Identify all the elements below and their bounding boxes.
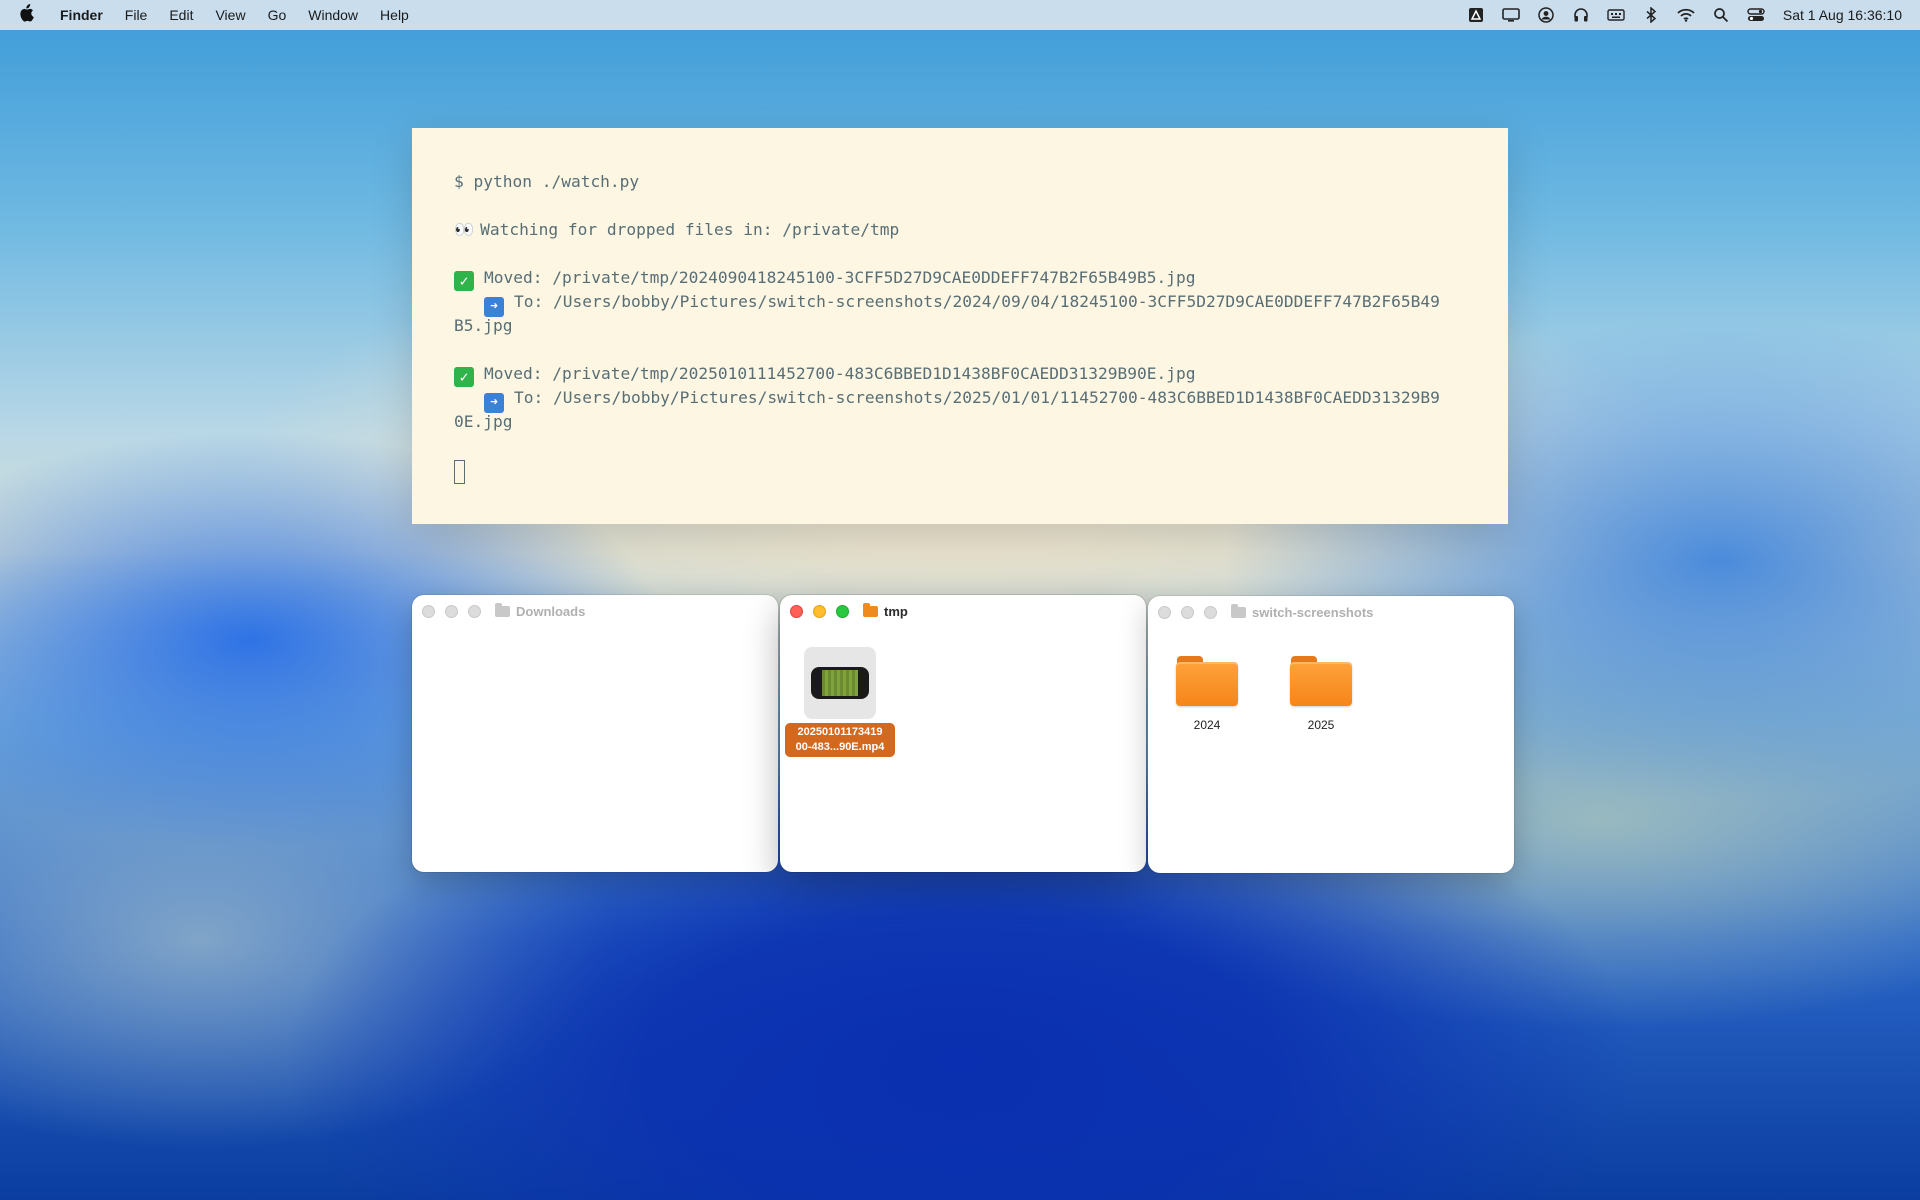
terminal-moved-text: Moved: /private/tmp/2024090418245100-3CF… xyxy=(484,268,1196,287)
menu-help[interactable]: Help xyxy=(380,7,409,23)
file-name-line2: 00-483...90E.mp4 xyxy=(795,741,885,753)
minimize-button[interactable] xyxy=(1181,605,1194,619)
terminal-to-wrap: B5.jpg xyxy=(454,316,513,335)
terminal-to-text: To: /Users/bobby/Pictures/switch-screens… xyxy=(514,292,1440,311)
titlebar[interactable]: switch-screenshots xyxy=(1148,596,1514,628)
keyboard-icon[interactable] xyxy=(1605,6,1627,24)
file-item-mp4[interactable]: 20250101173419 00-483...90E.mp4 xyxy=(784,647,896,757)
user-icon[interactable] xyxy=(1535,6,1557,24)
window-title: switch-screenshots xyxy=(1231,603,1374,620)
finder-window-tmp[interactable]: tmp 20250101173419 00-483...90E.mp4 xyxy=(780,595,1146,872)
finder-window-switch-screenshots[interactable]: switch-screenshots 2024 2025 xyxy=(1148,596,1514,873)
menu-bar: Finder File Edit View Go Window Help Sat… xyxy=(0,0,1920,30)
zoom-button[interactable] xyxy=(836,604,849,618)
terminal-moved-line: ✓ Moved: /private/tmp/2024090418245100-3C… xyxy=(454,266,1466,291)
search-icon[interactable] xyxy=(1710,6,1732,24)
zoom-button[interactable] xyxy=(1204,605,1217,619)
file-name-line1: 20250101173419 xyxy=(797,726,883,738)
window-title: tmp xyxy=(863,602,908,619)
drive-icon[interactable] xyxy=(1465,6,1487,24)
terminal-to-wrap: 0E.jpg xyxy=(454,412,513,431)
window-title: Downloads xyxy=(495,602,586,619)
switch-console-icon xyxy=(811,667,869,699)
menu-go[interactable]: Go xyxy=(268,7,287,23)
eyes-icon: 👀 xyxy=(454,220,475,239)
terminal-cursor xyxy=(454,460,465,484)
folder-icon xyxy=(1290,656,1352,706)
menu-bar-clock[interactable]: Sat 1 Aug 16:36:10 xyxy=(1783,7,1902,23)
folder-label: 2024 xyxy=(1193,718,1221,732)
window-title-text: Downloads xyxy=(516,603,586,619)
apple-menu-icon[interactable] xyxy=(18,3,34,27)
close-button[interactable] xyxy=(422,604,435,618)
folder-label: 2025 xyxy=(1307,718,1335,732)
wifi-icon[interactable] xyxy=(1675,6,1697,24)
menu-window[interactable]: Window xyxy=(308,7,358,23)
menu-finder[interactable]: Finder xyxy=(60,7,103,23)
titlebar[interactable]: Downloads xyxy=(412,595,778,627)
terminal-to-line: ➜ To: /Users/bobby/Pictures/switch-screen… xyxy=(454,290,1466,317)
check-icon: ✓ xyxy=(454,271,474,291)
menu-view[interactable]: View xyxy=(215,7,245,23)
file-thumbnail[interactable] xyxy=(804,647,876,719)
folder-icon xyxy=(495,602,510,617)
terminal-command: $ python ./watch.py xyxy=(454,172,640,191)
window-title-text: switch-screenshots xyxy=(1252,604,1374,620)
folder-icon xyxy=(1231,603,1246,618)
close-button[interactable] xyxy=(790,604,803,618)
bluetooth-icon[interactable] xyxy=(1640,6,1662,24)
terminal-prompt-line xyxy=(454,458,1466,484)
terminal-moved-text: Moved: /private/tmp/2025010111452700-483… xyxy=(484,364,1196,383)
terminal-watching-line: 👀 Watching for dropped files in: /private… xyxy=(454,218,1466,242)
folder-item-2024[interactable]: 2024 xyxy=(1162,656,1252,732)
check-icon: ✓ xyxy=(454,367,474,387)
folder-icon xyxy=(863,602,878,617)
finder-window-downloads[interactable]: Downloads xyxy=(412,595,778,872)
menu-file[interactable]: File xyxy=(125,7,148,23)
close-button[interactable] xyxy=(1158,605,1171,619)
folder-item-2025[interactable]: 2025 xyxy=(1276,656,1366,732)
terminal-to-text: To: /Users/bobby/Pictures/switch-screens… xyxy=(514,388,1440,407)
headphones-icon[interactable] xyxy=(1570,6,1592,24)
menu-edit[interactable]: Edit xyxy=(169,7,193,23)
zoom-button[interactable] xyxy=(468,604,481,618)
minimize-button[interactable] xyxy=(445,604,458,618)
display-icon[interactable] xyxy=(1500,6,1522,24)
control-center-icon[interactable] xyxy=(1745,6,1767,24)
window-title-text: tmp xyxy=(884,603,908,619)
terminal-watching-text: Watching for dropped files in: /private/… xyxy=(480,220,900,239)
minimize-button[interactable] xyxy=(813,604,826,618)
terminal-moved-line: ✓ Moved: /private/tmp/2025010111452700-48… xyxy=(454,362,1466,387)
file-name-label[interactable]: 20250101173419 00-483...90E.mp4 xyxy=(785,723,895,757)
terminal-window[interactable]: $ python ./watch.py 👀 Watching for droppe… xyxy=(412,128,1508,524)
terminal-to-line: ➜ To: /Users/bobby/Pictures/switch-screen… xyxy=(454,386,1466,413)
folder-icon xyxy=(1176,656,1238,706)
titlebar[interactable]: tmp xyxy=(780,595,1146,627)
